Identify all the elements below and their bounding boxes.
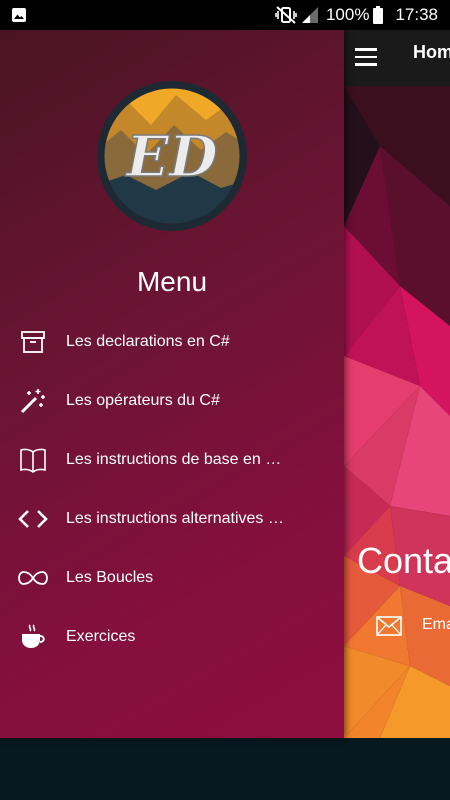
vibrate-mute-icon: [275, 6, 297, 24]
menu-item-label: Les instructions de base en …: [66, 450, 282, 468]
menu-item-operateurs[interactable]: Les opérateurs du C#: [0, 371, 344, 430]
menu-item-label: Les declarations en C#: [66, 332, 230, 350]
mail-icon: [376, 616, 402, 636]
app-logo-avatar: ED: [97, 81, 247, 231]
toolbar-title: Home: [413, 42, 450, 62]
menu-item-label: Les opérateurs du C#: [66, 391, 220, 409]
email-link[interactable]: Email: [422, 616, 450, 634]
battery-percent: 100%: [325, 5, 370, 24]
infinity-icon: [18, 563, 48, 593]
menu-item-declarations[interactable]: Les declarations en C#: [0, 312, 344, 371]
menu-item-label: Les instructions alternatives …: [66, 509, 284, 527]
menu-item-instructions-alternatives[interactable]: Les instructions alternatives …: [0, 489, 344, 548]
contact-heading: Contact: [357, 540, 450, 581]
menu-item-label: Les Boucles: [66, 568, 154, 586]
status-bar: 100% 17:38: [0, 0, 450, 30]
clock: 17:38: [395, 5, 438, 24]
bottom-navigation-area: [0, 738, 450, 800]
menu-item-exercices[interactable]: Exercices: [0, 607, 344, 666]
screen: 100% 17:38 Home: [0, 0, 450, 800]
menu-item-instructions-base[interactable]: Les instructions de base en …: [0, 430, 344, 489]
signal-icon: [301, 7, 318, 23]
hamburger-menu-icon[interactable]: [355, 48, 377, 66]
magic-wand-icon: [18, 386, 48, 416]
menu-item-label: Exercices: [66, 627, 136, 645]
code-brackets-icon: [18, 504, 48, 534]
logo-text: ED: [124, 124, 218, 190]
menu-item-boucles[interactable]: Les Boucles: [0, 548, 344, 607]
drawer-menu: Les declarations en C# Les opérateurs du…: [0, 312, 344, 666]
status-indicators: 100% 17:38: [275, 0, 438, 30]
battery-icon: [373, 6, 384, 24]
menu-heading: Menu: [136, 266, 208, 297]
gallery-notification-icon: [12, 8, 26, 22]
archive-box-icon: [18, 327, 48, 357]
navigation-drawer: ED Menu Les declarations en C# Les opéra…: [0, 30, 344, 738]
open-book-icon: [18, 445, 48, 475]
coffee-cup-icon: [18, 622, 48, 652]
